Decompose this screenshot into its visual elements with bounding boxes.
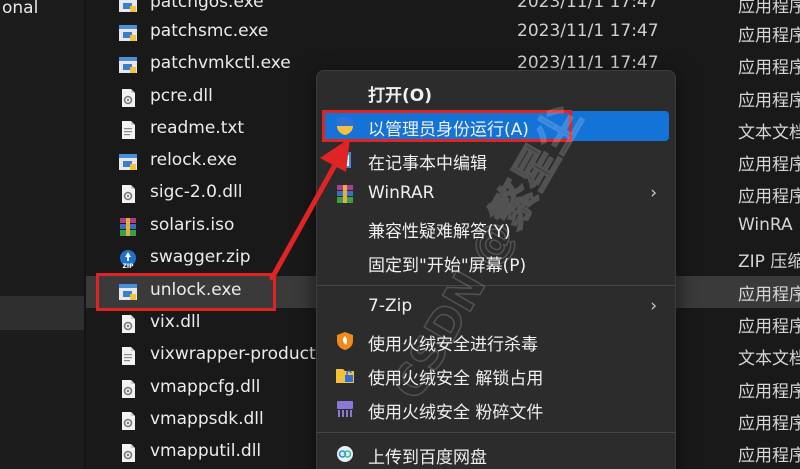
menu-item-huorong-unlock[interactable]: 使用火绒安全 解锁占用 <box>323 360 669 390</box>
huorong-icon <box>337 332 353 350</box>
txt-icon <box>122 347 135 365</box>
dll-icon <box>122 185 135 203</box>
exe-icon <box>119 57 137 73</box>
file-type: 应用程序 <box>738 285 800 305</box>
unlock-folder-icon <box>336 369 354 383</box>
file-type: 应用程序 <box>738 317 800 337</box>
notepad-icon <box>338 152 351 168</box>
file-type: 应用程序 <box>738 414 800 434</box>
shredder-icon <box>337 401 353 417</box>
menu-item-label: 7-Zip <box>368 296 413 316</box>
navigation-pane: onal <box>0 0 84 469</box>
nav-item-selected[interactable] <box>0 296 84 330</box>
file-row[interactable]: patchsmc.exe 2023/11/1 17:47 应用程序 <box>86 17 800 49</box>
menu-item-huorong-shred[interactable]: 使用火绒安全 粉碎文件 <box>323 394 669 424</box>
menu-item-label: 兼容性疑难解答(Y) <box>368 222 511 242</box>
menu-item-open[interactable]: 打开(O) <box>323 77 669 107</box>
nav-item-personal[interactable]: onal <box>0 0 84 32</box>
exe-icon <box>119 25 137 41</box>
svg-text:ZIP: ZIP <box>123 263 135 269</box>
file-type: 应用程序 <box>738 446 800 466</box>
menu-item-winrar[interactable]: WinRAR › <box>323 179 669 209</box>
menu-separator <box>317 285 675 286</box>
dll-icon <box>122 315 135 333</box>
file-type: 文本文档 <box>738 349 800 369</box>
file-type: 应用程序 <box>738 155 800 175</box>
nav-item-label: onal <box>2 0 39 18</box>
file-type: ZIP 压缩 <box>738 252 800 272</box>
file-type: 应用程序 <box>738 58 800 78</box>
menu-item-label: 打开(O) <box>368 86 432 106</box>
menu-item-label: 在记事本中编辑 <box>368 154 487 174</box>
file-name: patchgos.exe <box>150 0 264 12</box>
annotation-box-unlock-exe <box>96 273 276 311</box>
file-type: 应用程序 <box>738 187 800 207</box>
menu-item-label: 固定到"开始"屏幕(P) <box>368 256 527 276</box>
dll-icon <box>122 412 135 430</box>
menu-item-edit-notepad[interactable]: 在记事本中编辑 <box>323 145 669 175</box>
annotation-box-run-as-admin <box>322 110 572 142</box>
file-type: 应用程序 <box>738 0 800 17</box>
menu-item-compatibility[interactable]: 兼容性疑难解答(Y) <box>323 213 669 243</box>
file-type: 文本文档 <box>738 123 800 143</box>
menu-item-label: 使用火绒安全 解锁占用 <box>368 369 544 389</box>
file-type: WinRA <box>738 215 793 235</box>
menu-item-label: 上传到百度网盘 <box>368 448 487 468</box>
menu-item-pin-to-start[interactable]: 固定到"开始"屏幕(P) <box>323 247 669 277</box>
file-type: 应用程序 <box>738 91 800 111</box>
file-type: 应用程序 <box>738 382 800 402</box>
txt-icon <box>122 121 135 139</box>
winrar-icon <box>337 185 353 203</box>
file-name: patchsmc.exe <box>150 21 269 41</box>
zip-icon: ZIP <box>120 250 136 269</box>
baidu-netdisk-icon <box>337 446 353 462</box>
winrar-icon <box>120 218 136 236</box>
menu-item-label: WinRAR <box>368 183 435 203</box>
menu-item-7zip[interactable]: 7-Zip › <box>323 292 669 322</box>
chevron-right-icon: › <box>650 296 657 316</box>
file-type: 应用程序 <box>738 26 800 46</box>
dll-icon <box>122 89 135 107</box>
menu-item-label: 使用火绒安全 粉碎文件 <box>368 403 544 423</box>
menu-separator <box>317 432 675 433</box>
menu-item-baidu-upload[interactable]: 上传到百度网盘 <box>323 439 669 469</box>
dll-icon <box>122 380 135 398</box>
file-date: 2023/11/1 17:47 <box>517 0 659 12</box>
menu-item-label: 使用火绒安全进行杀毒 <box>368 335 538 355</box>
file-date: 2023/11/1 17:47 <box>517 21 659 41</box>
exe-icon <box>119 0 137 12</box>
dll-icon <box>122 444 135 462</box>
chevron-right-icon: › <box>650 183 657 203</box>
exe-icon <box>119 154 137 170</box>
menu-item-huorong-scan[interactable]: 使用火绒安全进行杀毒 <box>323 326 669 356</box>
